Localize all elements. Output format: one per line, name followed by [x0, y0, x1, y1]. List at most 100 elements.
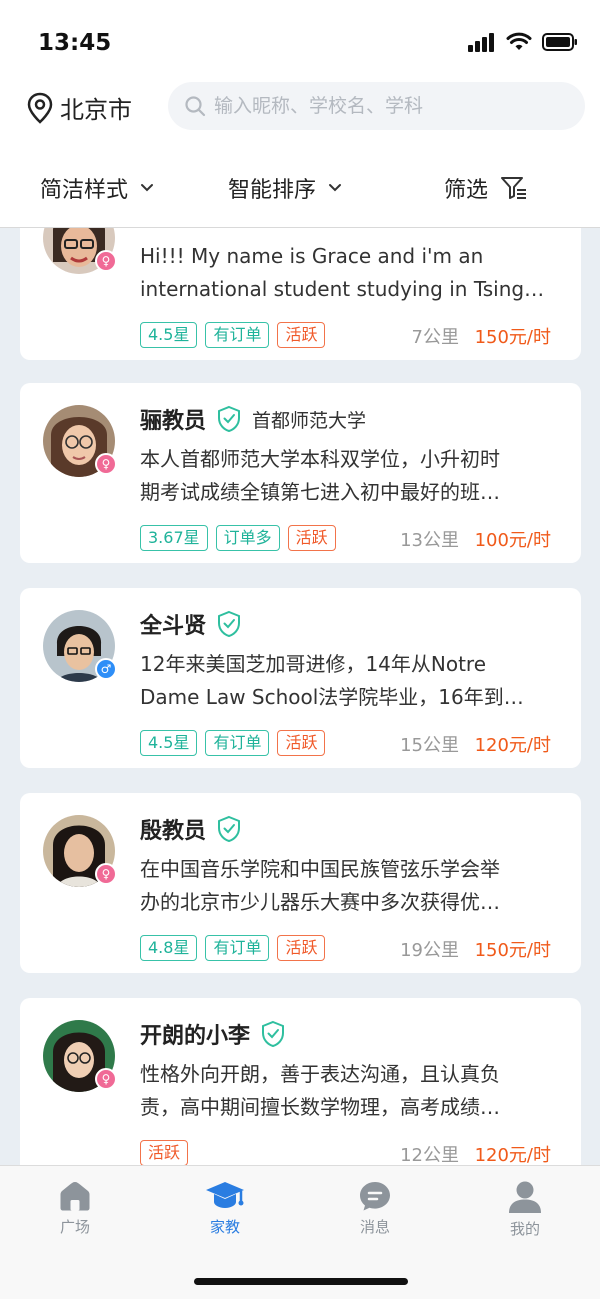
tutor-description: 本人首都师范大学本科双学位，小升初时 期考试成绩全镇第七进入初中最好的班… [140, 443, 560, 509]
price: 150元/时 [474, 940, 551, 961]
active-tag: 活跃 [287, 525, 336, 551]
desc-line: 性格外向开朗，善于表达沟通，且认真负 [140, 1062, 500, 1086]
desc-line: Hi!!! My name is Grace and i'm an [140, 244, 484, 268]
signal-icon [468, 33, 494, 52]
active-tag: 活跃 [277, 730, 326, 756]
desc-line: 在中国音乐学院和中国民族管弦乐学会举 [140, 857, 500, 881]
price: 150元/时 [474, 327, 551, 348]
distance: 13公里 [400, 530, 459, 551]
location-pin-icon [27, 92, 53, 124]
filter-style-label: 简洁样式 [40, 178, 129, 203]
tag-list: 3.67星 订单多 活跃 [140, 525, 336, 551]
battery-icon [542, 33, 577, 51]
header: 北京市 简洁样式 智能排序 筛选 [0, 80, 600, 228]
rating-tag: 4.5星 [140, 322, 198, 348]
female-gender-badge-icon: ♀ [95, 250, 117, 272]
tab-tutor[interactable]: 家教 [175, 1180, 275, 1237]
name-row: 开朗的小李 [140, 1018, 286, 1050]
tag-list: 活跃 [140, 1140, 189, 1165]
tag-list: 4.5星 有订单 活跃 [140, 322, 326, 348]
tag-list: 4.5星 有订单 活跃 [140, 730, 326, 756]
distance: 12公里 [400, 1145, 459, 1165]
filter-icon [501, 177, 527, 199]
filter-sort[interactable]: 智能排序 [228, 172, 342, 204]
active-tag: 活跃 [277, 322, 326, 348]
chevron-down-icon [329, 184, 342, 192]
tutor-name: 骊教员 [140, 409, 207, 434]
location-selector[interactable]: 北京市 [26, 90, 132, 125]
distance: 19公里 [400, 940, 459, 961]
tab-label: 家教 [209, 1218, 240, 1236]
active-tag: 活跃 [140, 1140, 189, 1165]
avatar-container: ♀ [43, 405, 117, 477]
tutor-list[interactable]: ♀ Hi!!! My name is Grace and i'm an inte… [0, 228, 600, 1165]
name-row: 骊教员 首都师范大学 [140, 403, 366, 435]
user-icon [509, 1181, 541, 1213]
search-input[interactable] [214, 95, 554, 117]
tab-messages[interactable]: 消息 [325, 1180, 425, 1237]
female-gender-badge-icon: ♀ [95, 453, 117, 475]
female-gender-badge-icon: ♀ [95, 1068, 117, 1090]
distance: 15公里 [400, 735, 459, 756]
status-icons [468, 32, 578, 52]
filter-screen[interactable]: 筛选 [444, 172, 528, 204]
status-time: 13:45 [38, 30, 112, 56]
avatar-container: ♀ [43, 228, 117, 274]
tutor-card[interactable]: ♀ Hi!!! My name is Grace and i'm an inte… [20, 228, 581, 360]
filter-bar: 简洁样式 智能排序 筛选 [0, 172, 600, 212]
verified-shield-icon [262, 1020, 285, 1048]
desc-line: international student studying in Tsing… [140, 277, 545, 301]
tag-list: 4.8星 有订单 活跃 [140, 935, 326, 961]
tab-mine[interactable]: 我的 [475, 1180, 575, 1239]
order-tag: 有订单 [205, 730, 270, 756]
filter-style[interactable]: 简洁样式 [40, 172, 154, 204]
tab-square[interactable]: 广场 [25, 1180, 125, 1237]
avatar-container: ♂ [43, 610, 117, 682]
search-box[interactable] [168, 82, 585, 130]
order-tag: 有订单 [205, 935, 270, 961]
male-gender-badge-icon: ♂ [95, 658, 117, 680]
filter-sort-label: 智能排序 [228, 178, 317, 203]
desc-line: Dame Law School法学院毕业，16年到… [140, 685, 524, 709]
tutor-card[interactable]: ♀ 殷教员 在中国音乐学院和中国民族管弦乐学会举 办的北京市少儿器乐大赛中多次获… [20, 793, 581, 973]
tutor-school: 首都师范大学 [252, 409, 367, 432]
order-tag: 订单多 [215, 525, 280, 551]
home-indicator [194, 1278, 408, 1285]
active-tag: 活跃 [277, 935, 326, 961]
tutor-description: Hi!!! My name is Grace and i'm an intern… [140, 240, 560, 306]
chevron-down-icon [141, 184, 154, 192]
graduation-cap-icon [206, 1182, 244, 1208]
status-bar: 13:45 [0, 0, 600, 80]
order-tag: 有订单 [205, 322, 270, 348]
desc-line: 本人首都师范大学本科双学位，小升初时 [140, 447, 500, 471]
tab-label: 我的 [509, 1220, 540, 1238]
tab-bar: 广场 家教 消息 我的 [0, 1165, 600, 1299]
rating-tag: 3.67星 [140, 525, 208, 551]
verified-shield-icon [218, 815, 241, 843]
tutor-name: 殷教员 [140, 819, 207, 844]
verified-shield-icon [218, 405, 241, 433]
tutor-description: 性格外向开朗，善于表达沟通，且认真负 责，高中期间擅长数学物理，高考成绩… [140, 1058, 560, 1124]
verified-shield-icon [218, 610, 241, 638]
price: 120元/时 [474, 1145, 551, 1165]
name-row: 殷教员 [140, 813, 242, 845]
price: 120元/时 [474, 735, 551, 756]
tutor-description: 在中国音乐学院和中国民族管弦乐学会举 办的北京市少儿器乐大赛中多次获得优… [140, 853, 560, 919]
tutor-card[interactable]: ♀ 开朗的小李 性格外向开朗，善于表达沟通，且认真负 责，高中期间擅长数学物理，… [20, 998, 581, 1165]
distance: 7公里 [411, 327, 459, 348]
home-icon [60, 1182, 90, 1211]
tutor-name: 全斗贤 [140, 614, 207, 639]
tab-label: 广场 [59, 1218, 90, 1236]
avatar-container: ♀ [43, 815, 117, 887]
tutor-card[interactable]: ♀ 骊教员 首都师范大学 本人首都师范大学本科双学位，小升初时 期考试成绩全镇第… [20, 383, 581, 563]
tutor-card[interactable]: ♂ 全斗贤 12年来美国芝加哥进修，14年从Notre Dame Law Sch… [20, 588, 581, 768]
name-row: 全斗贤 [140, 608, 242, 640]
tab-label: 消息 [359, 1218, 390, 1236]
desc-line: 12年来美国芝加哥进修，14年从Notre [140, 652, 487, 676]
price: 100元/时 [474, 530, 551, 551]
wifi-icon [506, 32, 532, 50]
desc-line: 责，高中期间擅长数学物理，高考成绩… [140, 1095, 500, 1119]
desc-line: 期考试成绩全镇第七进入初中最好的班… [140, 480, 500, 504]
rating-tag: 4.5星 [140, 730, 198, 756]
rating-tag: 4.8星 [140, 935, 198, 961]
